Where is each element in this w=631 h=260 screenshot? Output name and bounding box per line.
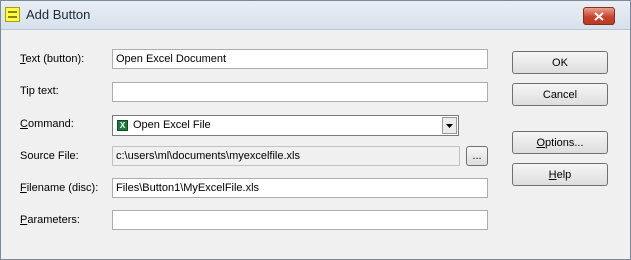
window-title: Add Button [26, 7, 91, 22]
filename-input[interactable]: Files\Button1\MyExcelFile.xls [112, 178, 488, 198]
command-dropdown[interactable]: X Open Excel File [112, 115, 459, 136]
app-icon [5, 7, 20, 22]
command-value: Open Excel File [133, 119, 211, 131]
dropdown-arrow-button[interactable] [442, 117, 457, 134]
close-icon [594, 11, 604, 21]
source-file-label: Source File: [20, 150, 79, 162]
text-button-label: Text (button): [20, 53, 85, 65]
tip-text-label: Tip text: [20, 85, 59, 97]
title-bar[interactable]: Add Button [1, 1, 630, 30]
chevron-down-icon [446, 123, 453, 128]
filename-label: Filename (disc): [20, 182, 99, 194]
close-button[interactable] [583, 7, 615, 25]
text-button-input[interactable]: Open Excel Document [112, 49, 488, 69]
command-label: Command: [20, 118, 74, 130]
source-file-field: c:\users\ml\documents\myexcelfile.xls [112, 146, 460, 166]
add-button-dialog: Add Button Text (button): Open Excel Doc… [0, 0, 631, 260]
tip-text-input[interactable] [112, 82, 488, 102]
cancel-button[interactable]: Cancel [512, 83, 608, 106]
excel-icon: X [117, 120, 128, 131]
help-button[interactable]: Help [512, 163, 608, 186]
parameters-input[interactable] [112, 210, 488, 230]
ok-button[interactable]: OK [512, 51, 608, 74]
options-button[interactable]: Options... [512, 131, 608, 154]
parameters-label: Parameters: [20, 214, 80, 226]
browse-button[interactable]: ... [466, 146, 488, 166]
